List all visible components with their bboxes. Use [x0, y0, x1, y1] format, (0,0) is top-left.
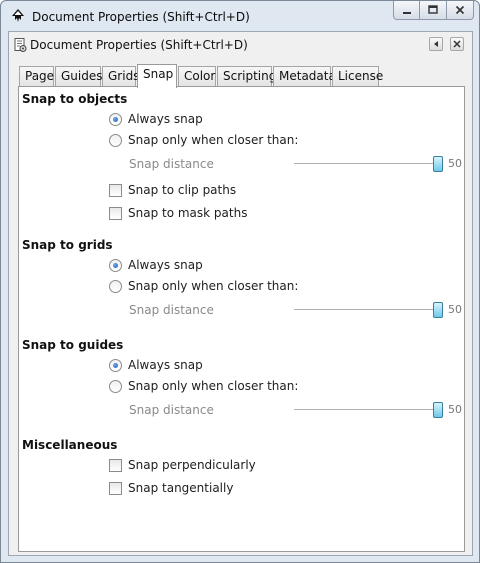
dock-close-button[interactable]: [450, 37, 464, 51]
section-title-snap-objects: Snap to objects: [22, 92, 128, 106]
tab-snap[interactable]: Snap: [137, 64, 177, 88]
tab-grids[interactable]: Grids: [102, 66, 139, 87]
tab-page[interactable]: Page: [19, 66, 54, 87]
section-title-snap-guides: Snap to guides: [22, 338, 124, 352]
dock-iconify-button[interactable]: [429, 37, 443, 51]
document-properties-icon: [12, 37, 28, 53]
tab-guides[interactable]: Guides: [55, 66, 103, 87]
slider-handle[interactable]: [433, 402, 443, 418]
tab-strip: Page Guides Grids Snap Color Scripting M…: [19, 64, 464, 88]
tab-scripting[interactable]: Scripting: [217, 66, 276, 87]
grids-snap-distance-slider[interactable]: Snap distance 50: [129, 302, 462, 318]
dock-title: Document Properties (Shift+Ctrl+D): [30, 38, 248, 52]
guides-snap-distance-slider[interactable]: Snap distance 50: [129, 402, 462, 418]
arrow-left-icon: [434, 41, 438, 47]
dialog-window: Document Properties (Shift+Ctrl+D) Docum…: [0, 0, 480, 563]
maximize-button[interactable]: [420, 1, 447, 20]
slider-handle[interactable]: [433, 302, 443, 318]
section-title-snap-grids: Snap to grids: [22, 238, 113, 252]
tab-color[interactable]: Color: [178, 66, 216, 87]
slider-handle[interactable]: [433, 156, 443, 172]
close-button[interactable]: [447, 1, 474, 20]
minimize-button[interactable]: [393, 1, 420, 20]
objects-snap-distance-slider[interactable]: Snap distance 50: [129, 156, 462, 172]
dock-header: Document Properties (Shift+Ctrl+D): [9, 32, 472, 57]
tab-metadata[interactable]: Metadata: [273, 66, 336, 87]
inkscape-icon: [10, 8, 26, 24]
maximize-icon: [428, 5, 438, 14]
title-bar[interactable]: Document Properties (Shift+Ctrl+D): [1, 1, 479, 31]
tab-license[interactable]: License: [332, 66, 383, 87]
snap-tab-panel: Snap to objects Always snap Snap only wh…: [18, 86, 465, 552]
caption-buttons: [393, 1, 474, 21]
close-icon: [455, 5, 465, 15]
close-icon: [453, 40, 461, 48]
section-title-miscellaneous: Miscellaneous: [22, 438, 118, 452]
client-area: Document Properties (Shift+Ctrl+D) Page …: [8, 31, 473, 556]
minimize-icon: [402, 12, 411, 14]
window-title: Document Properties (Shift+Ctrl+D): [32, 10, 250, 24]
